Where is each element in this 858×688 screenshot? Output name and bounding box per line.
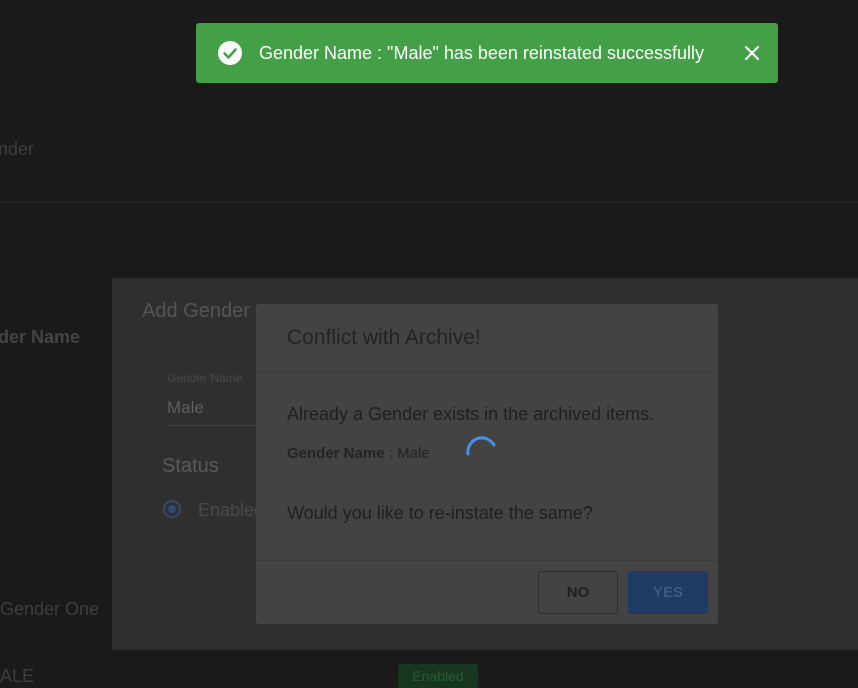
conflict-dialog-title: Conflict with Archive!	[287, 326, 481, 349]
radio-selected-dot	[168, 505, 176, 513]
status-label: Status	[162, 455, 219, 477]
gender-name-label: Gender Name	[167, 371, 243, 385]
conflict-field-key: Gender Name	[287, 445, 385, 462]
toast-message: Gender Name : "Male" has been reinstated…	[259, 43, 704, 63]
conflict-field-value: Male	[397, 445, 430, 462]
dialog-footer-divider	[256, 560, 718, 561]
close-icon[interactable]	[744, 44, 760, 62]
add-gender-title: Add Gender	[142, 300, 250, 322]
success-toast: Gender Name : "Male" has been reinstated…	[196, 23, 778, 83]
loading-spinner-icon	[466, 436, 496, 456]
check-circle-icon	[218, 41, 242, 65]
conflict-field-row: Gender Name : Male	[287, 445, 430, 462]
status-badge: Enabled	[398, 664, 478, 688]
row-fragment-2: Gender One	[0, 599, 100, 619]
header-divider	[0, 202, 858, 203]
yes-button[interactable]: YES	[628, 571, 708, 614]
reinstate-question: Would you like to re-instate the same?	[287, 503, 593, 523]
conflict-message: Already a Gender exists in the archived …	[287, 404, 655, 424]
page-header-fragment: nder	[0, 139, 35, 159]
no-button[interactable]: NO	[538, 571, 618, 614]
column-header-fragment: der Name	[0, 327, 81, 347]
conflict-field-separator: :	[384, 445, 398, 462]
enabled-radio[interactable]	[163, 500, 181, 518]
row-fragment-3: ALE	[0, 666, 35, 686]
dialog-header-divider	[256, 371, 718, 372]
gender-name-input[interactable]: Male	[167, 398, 204, 418]
conflict-dialog: Conflict with Archive! Already a Gender …	[256, 304, 718, 624]
enabled-radio-label[interactable]: Enabled	[198, 500, 264, 521]
